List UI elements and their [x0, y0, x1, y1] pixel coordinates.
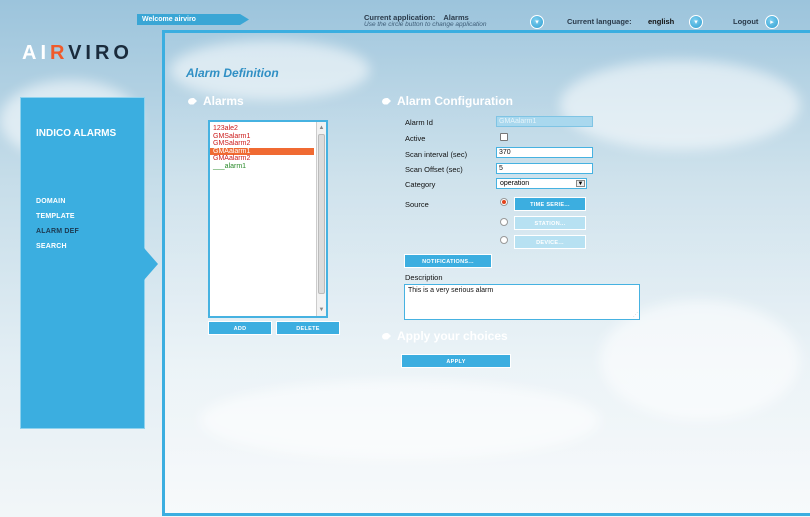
- list-item[interactable]: 123ale2: [210, 125, 326, 133]
- sidebar-item-search[interactable]: SEARCH: [36, 243, 79, 250]
- current-application-hint: Use the circle button to change applicat…: [364, 21, 487, 28]
- airviro-logo: AIRVIRO: [22, 42, 133, 64]
- source-label: Source: [405, 200, 429, 209]
- active-checkbox[interactable]: [500, 133, 508, 141]
- device-button[interactable]: DEVICE...: [514, 235, 586, 249]
- chevron-down-icon: ▼: [576, 180, 585, 187]
- sidebar-nav: DOMAIN TEMPLATE ALARM DEF SEARCH: [36, 198, 79, 258]
- top-bar: Welcome airviro Current application: Ala…: [0, 0, 810, 30]
- logout-button[interactable]: ▸: [765, 15, 779, 29]
- bullet-icon: [382, 332, 391, 340]
- sidebar-item-template[interactable]: TEMPLATE: [36, 213, 79, 220]
- chevron-right-icon: ▸: [770, 19, 774, 26]
- list-item[interactable]: GMSalarm1: [210, 133, 326, 141]
- logout-link[interactable]: Logout: [733, 17, 758, 26]
- category-select[interactable]: operation ▼: [496, 178, 587, 189]
- chevron-down-icon: ▾: [694, 19, 698, 26]
- sidebar-item-domain[interactable]: DOMAIN: [36, 198, 79, 205]
- alarm-configuration-heading: Alarm Configuration: [382, 94, 513, 108]
- list-item-selected[interactable]: GMAalarm1: [210, 147, 314, 156]
- sidebar-item-alarm-def[interactable]: ALARM DEF: [36, 228, 79, 235]
- current-language-label: Current language:: [567, 17, 632, 26]
- scroll-up-icon[interactable]: ▲: [317, 124, 326, 132]
- active-label: Active: [405, 134, 426, 143]
- sidebar: INDICO ALARMS DOMAIN TEMPLATE ALARM DEF …: [20, 97, 145, 429]
- list-scrollbar[interactable]: ▲ ▼: [316, 122, 326, 316]
- time-serie-button[interactable]: TIME SERIE...: [514, 197, 586, 211]
- list-item[interactable]: GMSalarm2: [210, 140, 326, 148]
- resize-handle-icon[interactable]: ⋰: [633, 312, 638, 318]
- page-title: Alarm Definition: [186, 66, 279, 80]
- list-item[interactable]: GMAalarm2: [210, 155, 326, 163]
- scan-offset-field[interactable]: 5: [496, 163, 593, 174]
- alarm-id-label: Alarm Id: [405, 118, 433, 127]
- scroll-thumb[interactable]: [318, 134, 325, 294]
- welcome-banner: Welcome airviro: [137, 14, 249, 25]
- list-item[interactable]: ___alarm1: [210, 163, 326, 171]
- change-application-button[interactable]: ▾: [530, 15, 544, 29]
- scan-offset-label: Scan Offset (sec): [405, 165, 463, 174]
- description-field[interactable]: This is a very serious alarm ⋰: [404, 284, 640, 320]
- source-radio-station[interactable]: [500, 218, 508, 226]
- category-value: operation: [500, 180, 530, 187]
- apply-heading: Apply your choices: [382, 329, 508, 343]
- category-label: Category: [405, 180, 436, 189]
- apply-button[interactable]: APPLY: [401, 354, 511, 368]
- alarm-id-field: GMAalarm1: [496, 116, 593, 127]
- chevron-down-icon: ▾: [535, 19, 539, 26]
- alarms-heading: Alarms: [188, 94, 244, 108]
- bullet-icon: [188, 97, 197, 105]
- scan-interval-field[interactable]: 370: [496, 147, 593, 158]
- change-language-button[interactable]: ▾: [689, 15, 703, 29]
- current-language-value: english: [648, 17, 675, 26]
- sidebar-active-pointer: [144, 248, 158, 280]
- scan-interval-label: Scan interval (sec): [405, 150, 468, 159]
- notifications-button[interactable]: NOTIFICATIONS...: [404, 254, 492, 268]
- description-label: Description: [405, 273, 443, 282]
- source-radio-device[interactable]: [500, 236, 508, 244]
- sidebar-title: INDICO ALARMS: [36, 128, 117, 139]
- scroll-down-icon[interactable]: ▼: [317, 306, 326, 314]
- add-button[interactable]: ADD: [208, 321, 272, 335]
- alarm-list[interactable]: 123ale2 GMSalarm1 GMSalarm2 GMAalarm1 GM…: [208, 120, 328, 318]
- delete-button[interactable]: DELETE: [276, 321, 340, 335]
- bullet-icon: [382, 97, 391, 105]
- source-radio-time-serie[interactable]: [500, 198, 508, 206]
- description-value: This is a very serious alarm: [408, 287, 494, 294]
- station-button[interactable]: STATION...: [514, 216, 586, 230]
